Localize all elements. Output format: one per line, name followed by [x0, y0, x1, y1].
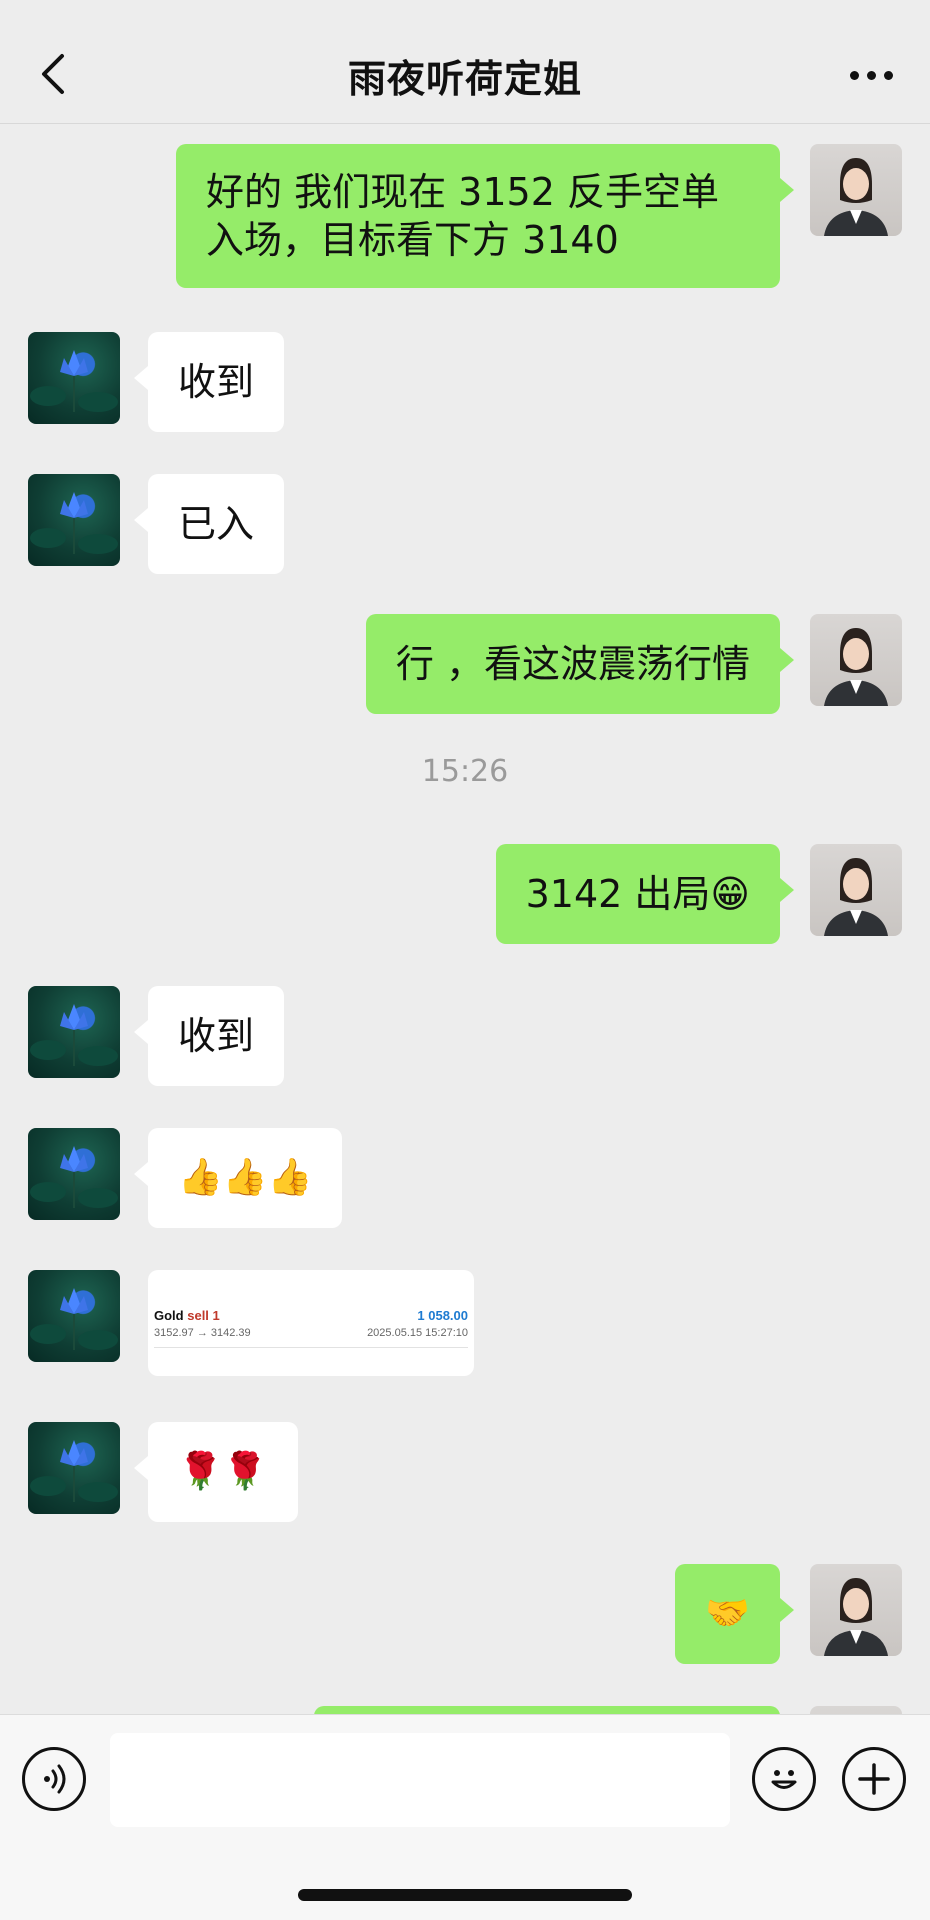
voice-icon — [44, 1764, 66, 1794]
message-bubble-sent-partial[interactable] — [314, 1706, 780, 1714]
home-indicator[interactable] — [298, 1889, 632, 1901]
message-list[interactable]: 好的 我们现在 3152 反手空单入场，目标看下方 3140 收到 已入 行 ，… — [0, 124, 930, 1714]
trade-amount: 1 058.00 — [417, 1308, 468, 1323]
message-bubble-sent[interactable]: 好的 我们现在 3152 反手空单入场，目标看下方 3140 — [176, 144, 794, 288]
avatar-contact[interactable] — [28, 1422, 120, 1514]
avatar-contact[interactable] — [28, 332, 120, 424]
chat-header: 雨夜听荷定姐 — [0, 0, 930, 124]
plus-icon — [858, 1763, 890, 1795]
avatar-self[interactable] — [810, 844, 902, 936]
emoji-icon — [771, 1770, 797, 1789]
plus-button[interactable] — [842, 1747, 906, 1811]
message-bubble-sent[interactable]: 3142 出局😁 — [495, 844, 795, 944]
avatar-self[interactable] — [810, 1564, 902, 1656]
message-bubble-received[interactable]: 已入 — [133, 474, 285, 574]
voice-button[interactable] — [22, 1747, 86, 1811]
avatar-contact[interactable] — [28, 1270, 120, 1362]
chat-title: 雨夜听荷定姐 — [347, 57, 582, 101]
trade-screenshot-card[interactable]: Gold sell 1 1 058.00 3152.97 → 3142.39 2… — [148, 1270, 474, 1376]
message-input[interactable] — [110, 1733, 730, 1827]
trade-symbol: Gold — [154, 1308, 184, 1323]
avatar-self[interactable] — [810, 614, 902, 706]
avatar-self[interactable] — [810, 1706, 902, 1714]
message-bubble-sent[interactable]: 行 ，看这波震荡行情 — [365, 614, 795, 714]
message-bubble-received[interactable]: 收到 — [133, 332, 285, 432]
avatar-contact[interactable] — [28, 986, 120, 1078]
message-bubble-received[interactable]: 👍👍👍 — [133, 1128, 343, 1228]
message-bubble-sent[interactable]: 🤝 — [675, 1564, 794, 1664]
avatar-self[interactable] — [810, 144, 902, 236]
message-bubble-received[interactable]: 🌹🌹 — [134, 1422, 298, 1522]
avatar-contact[interactable] — [28, 1128, 120, 1220]
avatar-contact[interactable] — [28, 474, 120, 566]
trade-datetime: 2025.05.15 15:27:10 — [367, 1327, 468, 1339]
more-button[interactable] — [836, 50, 906, 100]
emoji-button[interactable] — [752, 1747, 816, 1811]
timestamp: 15:26 — [421, 754, 509, 789]
trade-action: sell 1 — [187, 1308, 220, 1323]
message-bubble-received[interactable]: 收到 — [133, 986, 285, 1086]
more-horizontal-icon — [849, 70, 859, 80]
trade-prices: 3152.97 → 3142.39 — [154, 1327, 251, 1339]
